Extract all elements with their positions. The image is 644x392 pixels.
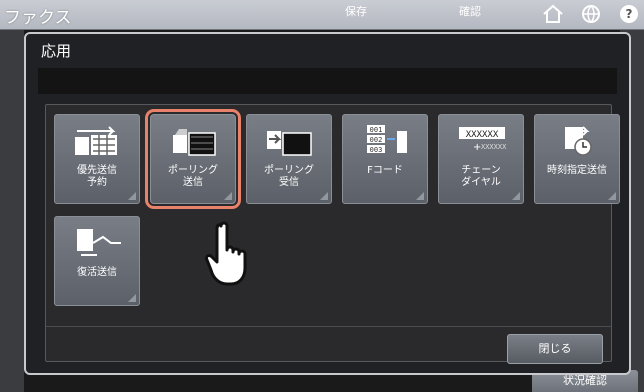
timer-transmission-icon <box>565 126 592 156</box>
recovery-transmission-icon <box>77 229 121 256</box>
tile-priority-transmission[interactable]: 優先送信 予約 <box>54 114 140 204</box>
tile-label: 時刻指定送信 <box>547 165 607 176</box>
fcode-icon: 001 002 003 <box>367 125 407 154</box>
tile-polling-receive[interactable]: ポーリング 受信 <box>246 114 332 204</box>
message-bar <box>38 68 617 94</box>
tab-confirm[interactable]: 確認 <box>424 0 516 30</box>
close-button[interactable]: 閉じる <box>507 334 603 364</box>
app-header: ファクス 保存 確認 ? <box>0 0 644 30</box>
svg-text:001: 001 <box>370 126 383 134</box>
applied-functions-dialog: 応用 優先送信 予約 ポーリング 送信 ポーリング 受信 001 002 003… <box>24 32 631 375</box>
tile-label: ポーリング 受信 <box>264 165 314 188</box>
tile-fcode[interactable]: 001 002 003 Fコード <box>342 114 428 204</box>
polling-receive-icon <box>267 131 312 156</box>
polling-transmit-icon <box>173 129 216 156</box>
tab-save[interactable]: 保存 <box>310 0 402 30</box>
background-left <box>0 30 24 392</box>
tile-label: 復活送信 <box>77 267 117 278</box>
tile-chain-dial[interactable]: XXXXXX + XXXXXX チェーン ダイヤル <box>438 114 524 204</box>
globe-icon[interactable] <box>578 2 604 26</box>
tile-corner-marker <box>128 192 136 200</box>
dialog-title: 応用 <box>41 42 72 60</box>
function-panel: 優先送信 予約 ポーリング 送信 ポーリング 受信 001 002 003 Fコ… <box>45 104 620 364</box>
help-icon[interactable]: ? <box>616 2 642 26</box>
tile-label: 優先送信 予約 <box>77 165 117 188</box>
svg-text:XXXXXX: XXXXXX <box>481 143 507 151</box>
tile-corner-marker <box>224 192 232 200</box>
svg-text:XXXXXX: XXXXXX <box>466 130 499 140</box>
panel-divider <box>46 326 611 327</box>
home-icon[interactable] <box>540 2 566 26</box>
svg-text:?: ? <box>626 7 633 21</box>
chain-dial-icon: XXXXXX + XXXXXX <box>459 127 507 153</box>
tile-recovery-transmission[interactable]: 復活送信 <box>54 216 140 306</box>
pointing-hand-icon <box>205 221 247 286</box>
svg-text:003: 003 <box>370 146 383 154</box>
tile-label: チェーン ダイヤル <box>461 165 501 188</box>
tile-corner-marker <box>320 192 328 200</box>
tile-corner-marker <box>416 192 424 200</box>
app-title: ファクス <box>4 8 72 28</box>
priority-transmission-icon <box>75 126 117 155</box>
svg-text:002: 002 <box>370 136 383 144</box>
tile-label: ポーリング 送信 <box>168 165 218 188</box>
tile-corner-marker <box>512 192 520 200</box>
tile-polling-transmit[interactable]: ポーリング 送信 <box>145 109 241 209</box>
tile-timer-transmission[interactable]: 時刻指定送信 <box>534 114 620 204</box>
tile-label: Fコード <box>367 165 403 176</box>
tile-corner-marker <box>608 192 616 200</box>
tile-corner-marker <box>128 294 136 302</box>
